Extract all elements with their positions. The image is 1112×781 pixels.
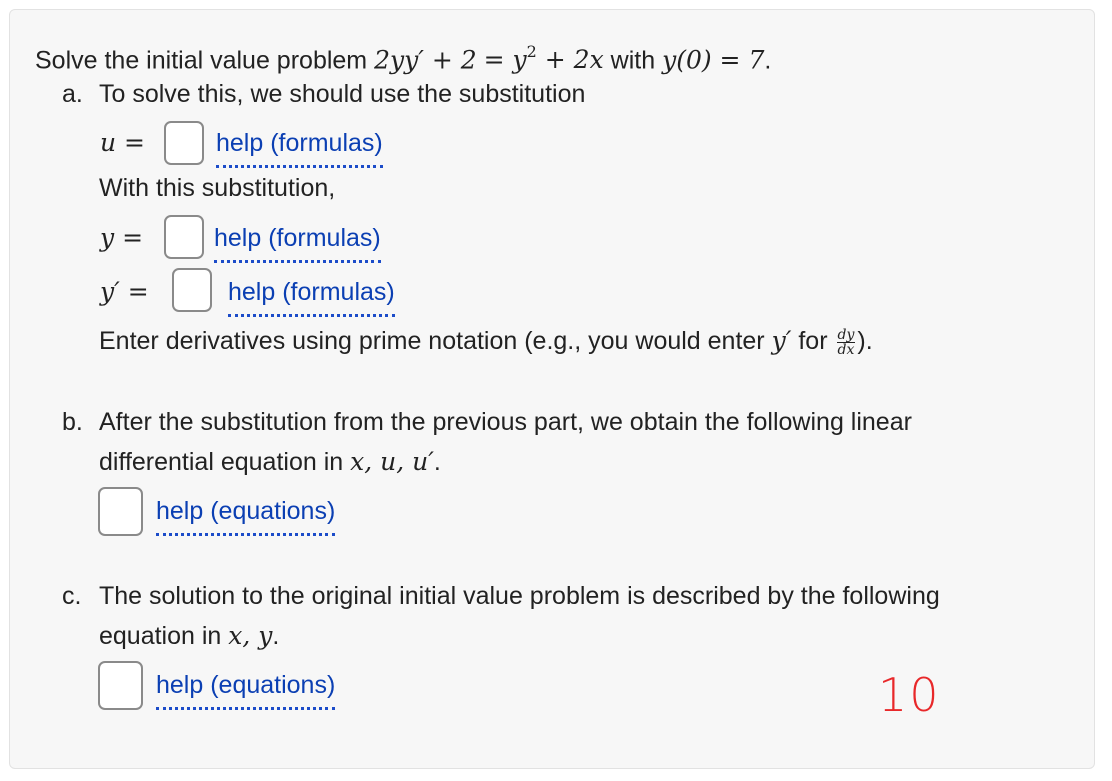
help-formulas-yprime-link[interactable]: help (formulas)	[228, 276, 395, 317]
part-c-line2-pre: equation in	[99, 622, 222, 650]
initial-condition: y(0) = 7	[662, 45, 765, 75]
handwritten-score: 10	[878, 668, 941, 722]
frac-num: dy	[836, 326, 856, 343]
part-c-vars: x, y	[228, 621, 273, 650]
equation-rhs: = y2 + 2x	[483, 42, 604, 75]
part-c-line2: equation in x, y.	[99, 620, 279, 652]
equation-rhs-post: + 2x	[536, 45, 604, 75]
help-equations-c-link[interactable]: help (equations)	[156, 669, 336, 710]
help-formulas-u-link[interactable]: help (formulas)	[216, 127, 383, 168]
part-a-marker: a.	[62, 80, 83, 108]
note-post: ).	[857, 327, 873, 355]
note-for: for	[798, 327, 828, 355]
u-answer-box[interactable]	[164, 121, 204, 165]
part-b-answer-box[interactable]	[98, 487, 143, 536]
dy-dx-fraction: dy dx	[836, 326, 856, 358]
problem-card: Solve the initial value problem 2yy′ + 2…	[9, 9, 1095, 769]
problem-statement: Solve the initial value problem 2yy′ + 2…	[35, 38, 771, 76]
derivative-note: Enter derivatives using prime notation (…	[99, 325, 873, 357]
help-equations-b-link[interactable]: help (equations)	[156, 495, 336, 536]
note-pre: Enter derivatives using prime notation (…	[99, 327, 765, 355]
part-c-period: .	[272, 622, 280, 650]
problem-period: .	[764, 46, 772, 75]
part-c-marker: c.	[62, 582, 82, 610]
equation-rhs-pre: = y	[483, 45, 527, 75]
with-word: with	[610, 46, 656, 75]
note-var: y′	[771, 326, 792, 355]
part-b-line2: differential equation in x, u, u′.	[99, 446, 441, 478]
part-b-line2-pre: differential equation in	[99, 448, 344, 476]
yprime-label: y′ =	[100, 277, 149, 306]
part-b-marker: b.	[62, 408, 83, 436]
part-b-line1: After the substitution from the previous…	[99, 408, 912, 436]
exponent: 2	[526, 42, 537, 61]
help-formulas-y-link[interactable]: help (formulas)	[214, 222, 381, 263]
u-label: u =	[100, 128, 145, 157]
problem-intro: Solve the initial value problem	[35, 46, 368, 75]
equation-lhs: 2yy′ + 2	[374, 45, 477, 75]
part-b-period: .	[433, 448, 441, 476]
yprime-answer-box[interactable]	[172, 268, 212, 312]
with-substitution-text: With this substitution,	[99, 174, 336, 202]
part-a-text: To solve this, we should use the substit…	[99, 80, 586, 108]
frac-den: dx	[837, 341, 855, 358]
part-b-vars: x, u, u′	[350, 447, 434, 476]
y-answer-box[interactable]	[164, 215, 204, 259]
y-label: y =	[100, 223, 144, 252]
part-c-answer-box[interactable]	[98, 661, 143, 710]
part-c-line1: The solution to the original initial val…	[99, 582, 940, 610]
